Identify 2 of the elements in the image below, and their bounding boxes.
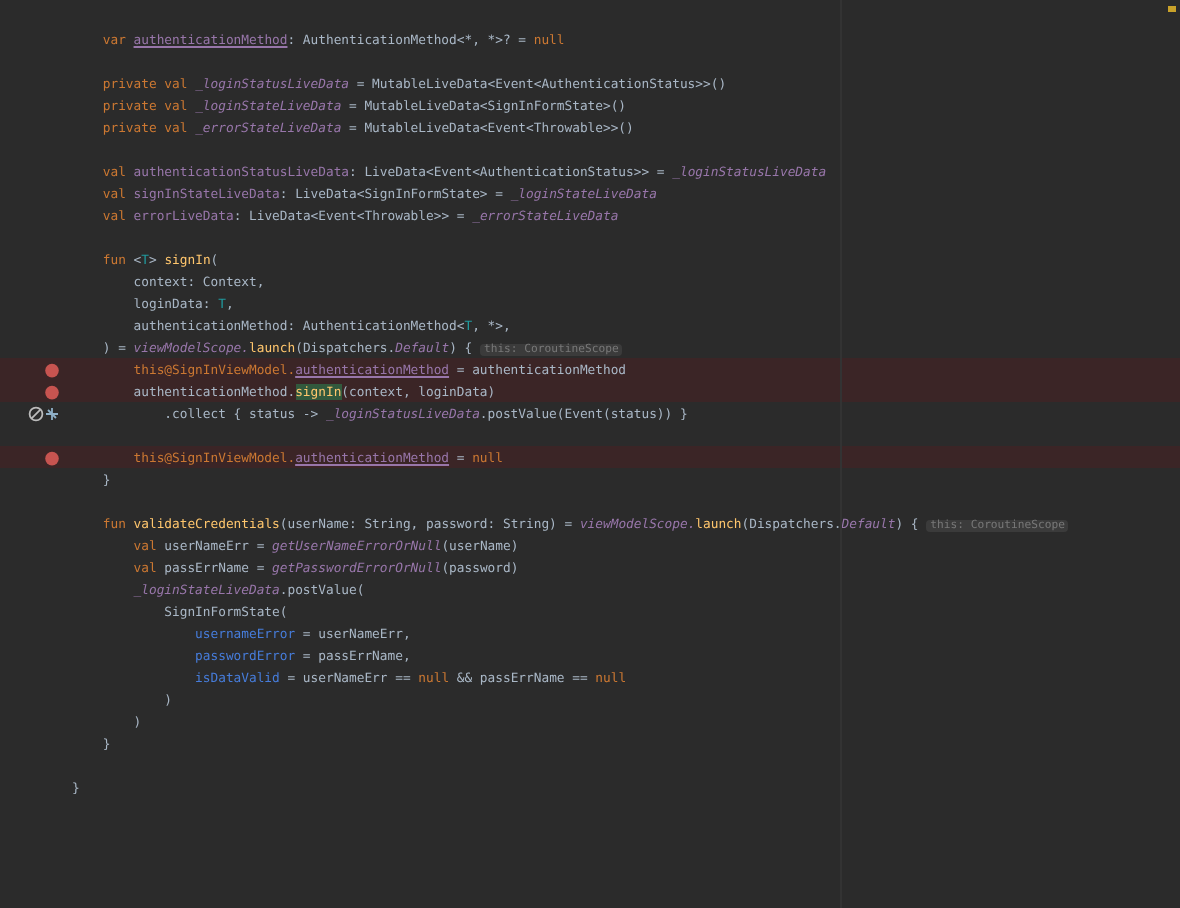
breakpoint-icon[interactable] <box>44 449 60 465</box>
suspend-call-icon[interactable] <box>28 405 60 421</box>
